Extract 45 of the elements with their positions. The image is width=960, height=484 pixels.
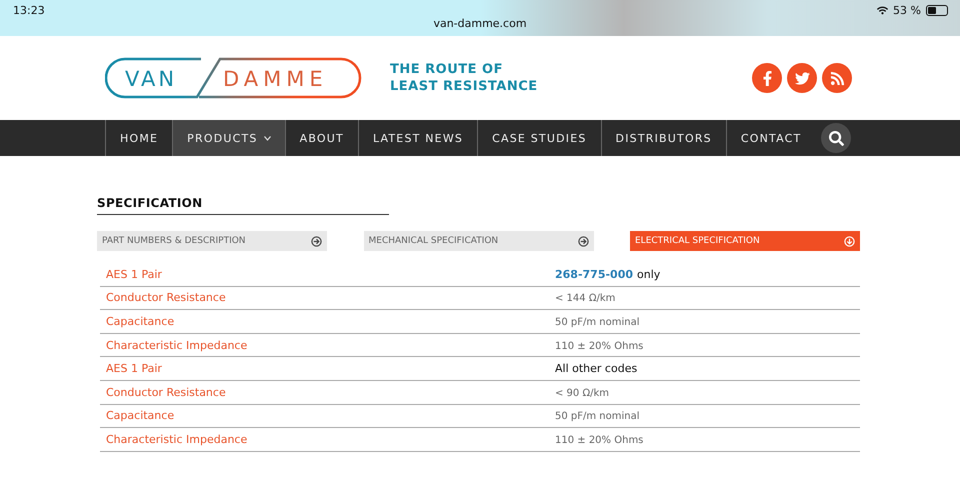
url-text[interactable]: van-damme.com bbox=[433, 17, 527, 30]
right-arrow-icon bbox=[578, 236, 588, 246]
nav-item[interactable]: PRODUCTS bbox=[172, 120, 285, 156]
tagline-text: THE ROUTE OF bbox=[390, 61, 504, 78]
battery-percent: 53 % bbox=[893, 4, 921, 17]
spec-value: 50 pF/m nominal bbox=[555, 411, 640, 422]
spec-label: AES 1 Pair bbox=[106, 268, 163, 281]
tab[interactable]: ELECTRICAL SPECIFICATION bbox=[630, 231, 860, 251]
rss-button[interactable] bbox=[822, 63, 852, 93]
spec-label: AES 1 Pair bbox=[106, 362, 163, 376]
spec-value: only bbox=[637, 268, 660, 281]
search-button[interactable] bbox=[821, 123, 852, 153]
spec-label: Characteristic Impedance bbox=[106, 338, 248, 352]
spec-value: < 144 Ω/km bbox=[555, 293, 616, 304]
spec-value: 110 ± 20% Ohms bbox=[555, 434, 644, 446]
section-title: SPECIFICATION bbox=[97, 196, 389, 215]
search-icon bbox=[828, 130, 844, 146]
logo: VAN DAMME bbox=[105, 56, 362, 100]
spec-value: All other codes bbox=[555, 362, 638, 376]
nav-item[interactable]: DISTRIBUTORS bbox=[600, 120, 726, 156]
twitter-button[interactable] bbox=[787, 63, 817, 93]
nav-item[interactable]: ABOUT bbox=[284, 120, 358, 156]
clock-time: 13:23 bbox=[13, 4, 45, 17]
tab[interactable]: MECHANICAL SPECIFICATION bbox=[364, 231, 594, 251]
spec-value: 50 pF/m nominal bbox=[555, 316, 640, 328]
nav-item[interactable]: LATEST NEWS bbox=[358, 120, 478, 156]
facebook-button[interactable] bbox=[752, 63, 782, 93]
twitter-icon bbox=[794, 70, 810, 86]
wifi-icon bbox=[877, 5, 888, 16]
spec-label: Conductor Resistance bbox=[106, 291, 227, 304]
spec-label: Capacitance bbox=[106, 409, 176, 422]
spec-label: Characteristic Impedance bbox=[106, 432, 248, 446]
right-arrow-icon bbox=[311, 236, 322, 246]
spec-value: 110 ± 20% Ohms bbox=[555, 340, 644, 352]
nav-item[interactable]: CONTACT bbox=[726, 120, 816, 156]
rss-icon bbox=[830, 70, 844, 86]
tab[interactable]: PART NUMBERS & DESCRIPTION bbox=[97, 231, 327, 251]
battery-icon bbox=[926, 5, 948, 16]
tagline-text: LEAST RESISTANCE bbox=[390, 78, 538, 95]
nav-item[interactable]: CASE STUDIES bbox=[477, 120, 601, 156]
spec-label: Capacitance bbox=[106, 314, 176, 328]
down-arrow-icon bbox=[844, 236, 855, 246]
spec-label: Conductor Resistance bbox=[106, 386, 227, 399]
part-number-link[interactable]: 268-775-000 bbox=[555, 268, 634, 281]
spec-value: < 90 Ω/km bbox=[555, 388, 610, 399]
